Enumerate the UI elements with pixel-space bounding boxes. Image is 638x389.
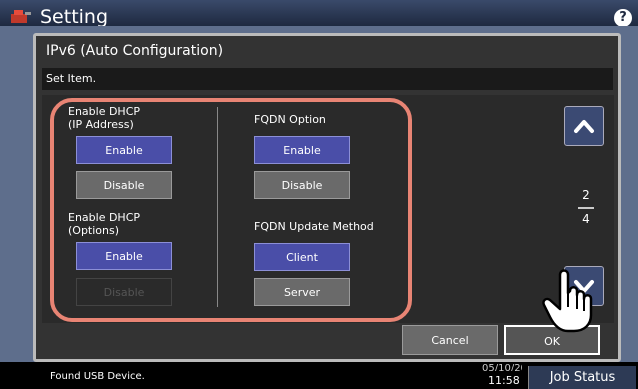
fqdn-update-client-button[interactable]: Client xyxy=(254,243,350,271)
ipv6-dialog: IPv6 (Auto Configuration) Set Item. Enab… xyxy=(33,33,621,362)
fqdn-update-label: FQDN Update Method xyxy=(254,220,374,233)
dhcp-options-enable-button[interactable]: Enable xyxy=(76,242,172,270)
cancel-button[interactable]: Cancel xyxy=(402,325,498,355)
dhcp-options-disable-button: Disable xyxy=(76,278,172,306)
fqdn-option-disable-button[interactable]: Disable xyxy=(254,171,350,199)
help-icon[interactable]: ? xyxy=(614,9,632,27)
dhcp-options-label-line1: Enable DHCP xyxy=(68,211,141,224)
dhcp-ip-disable-button[interactable]: Disable xyxy=(76,171,172,199)
chevron-up-icon xyxy=(574,120,594,133)
dhcp-options-label: Enable DHCP (Options) xyxy=(68,211,140,237)
fqdn-option-label: FQDN Option xyxy=(254,113,326,126)
fqdn-update-server-button[interactable]: Server xyxy=(254,278,350,306)
pointing-hand-icon xyxy=(542,269,593,333)
app-title: Setting xyxy=(40,6,109,28)
status-date: 05/10/2016 xyxy=(482,363,522,371)
column-divider xyxy=(217,107,218,307)
dialog-title: IPv6 (Auto Configuration) xyxy=(46,43,224,59)
page-total: 4 xyxy=(582,212,590,226)
dialog-subtitle: Set Item. xyxy=(42,68,613,90)
dhcp-ip-label: Enable DHCP (IP Address) xyxy=(68,105,140,131)
dhcp-ip-enable-button[interactable]: Enable xyxy=(76,136,172,164)
dhcp-options-label-line2: (Options) xyxy=(68,224,120,237)
job-status-button[interactable]: Job Status xyxy=(528,366,636,389)
page-current: 2 xyxy=(582,188,590,202)
dhcp-ip-label-line2: (IP Address) xyxy=(68,118,134,131)
status-time: 11:58 xyxy=(488,374,520,387)
dhcp-ip-label-line1: Enable DHCP xyxy=(68,105,141,118)
setting-app-icon xyxy=(11,10,31,23)
fqdn-option-enable-button[interactable]: Enable xyxy=(254,136,350,164)
scroll-up-button[interactable] xyxy=(564,106,604,146)
status-message: Found USB Device. xyxy=(50,371,145,382)
